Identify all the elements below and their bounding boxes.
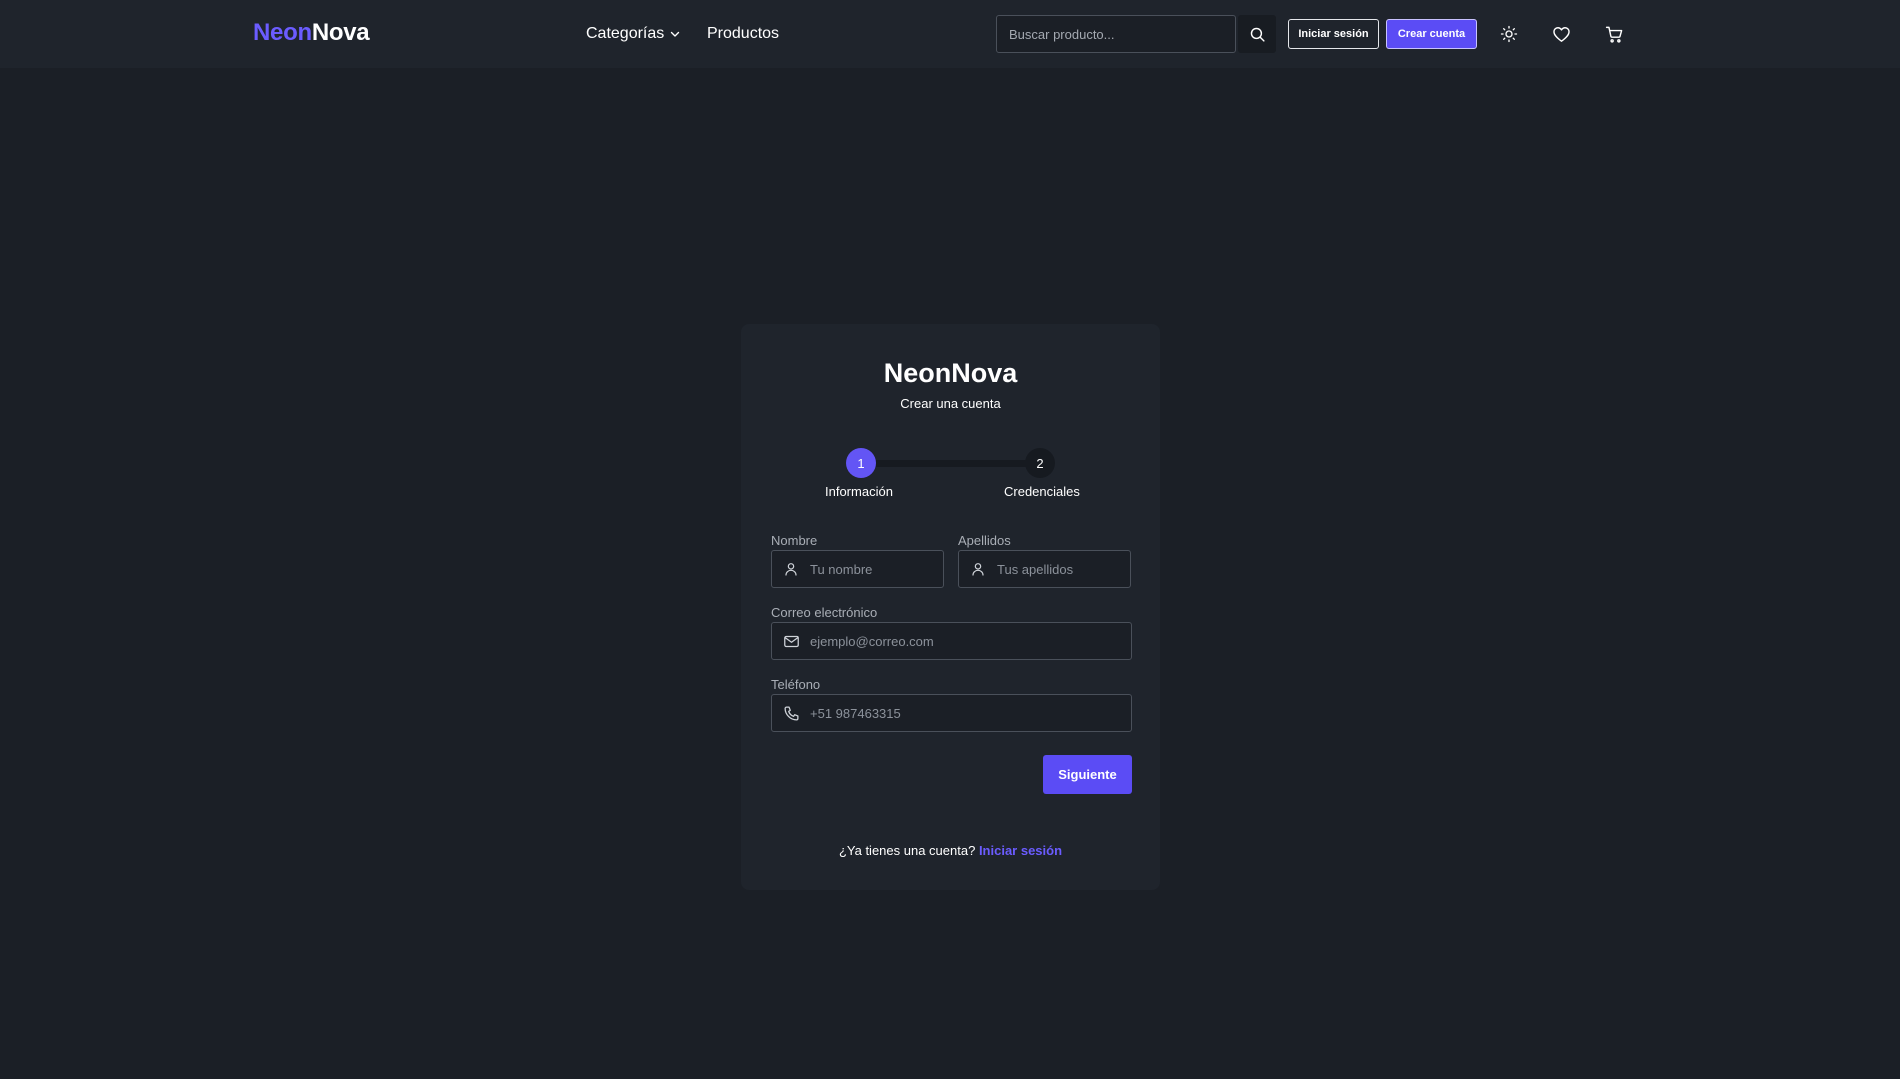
first-name-field (771, 550, 994, 588)
email-label: Correo electrónico (771, 605, 878, 620)
login-prompt: ¿Ya tienes una cuenta? Iniciar sesión (741, 843, 1160, 858)
phone-field (771, 694, 1132, 732)
login-prompt-text: ¿Ya tienes una cuenta? (838, 843, 976, 858)
phone-label: Teléfono (771, 677, 821, 692)
search-box (996, 15, 1236, 53)
chevron-down-icon (671, 31, 680, 37)
phone-icon (772, 694, 810, 732)
header-login-button[interactable]: Iniciar sesión (1288, 19, 1379, 49)
first-name-label: Nombre (771, 533, 818, 548)
stepper-track (861, 460, 1041, 467)
card-title: NeonNova (883, 358, 1018, 388)
brand-logo-nova: Nova (311, 19, 370, 46)
nav-products-link[interactable]: Productos (707, 25, 779, 43)
search-button[interactable] (1238, 15, 1276, 53)
sun-icon (1500, 25, 1518, 43)
email-input[interactable] (810, 623, 1131, 659)
signup-card: NeonNova Crear una cuenta 1 2 Informació… (741, 324, 1181, 890)
step-1-label: Información (825, 484, 893, 499)
search-input[interactable] (997, 16, 1235, 52)
last-name-label: Apellidos (958, 533, 1011, 548)
cart-button[interactable] (1601, 21, 1627, 47)
top-navbar: NeonNova Categorías Productos Iniciar se… (0, 0, 1900, 68)
user-icon (772, 550, 810, 588)
next-button[interactable]: Siguiente (1043, 755, 1132, 794)
nav-categories-dropdown[interactable]: Categorías (586, 25, 681, 43)
cart-icon (1605, 26, 1622, 43)
email-field (771, 622, 1132, 660)
mail-icon (772, 622, 810, 660)
nav-categories-label: Categorías (586, 25, 665, 42)
header-signup-button[interactable]: Crear cuenta (1386, 19, 1477, 49)
last-name-field (958, 550, 1181, 588)
login-link[interactable]: Iniciar sesión (979, 843, 1062, 858)
brand-logo[interactable]: NeonNova (253, 19, 370, 47)
step-1-indicator: 1 (846, 448, 876, 478)
search-icon (1250, 27, 1265, 42)
heart-icon (1552, 26, 1570, 42)
step-2-label: Credenciales (1004, 484, 1080, 499)
user-icon (959, 550, 997, 588)
theme-toggle-button[interactable] (1496, 21, 1522, 47)
favorites-button[interactable] (1548, 21, 1574, 47)
step-2-indicator: 2 (1025, 448, 1055, 478)
phone-input[interactable] (810, 695, 1131, 731)
nav-products-label: Productos (707, 25, 780, 42)
last-name-input[interactable] (997, 551, 1181, 587)
brand-logo-neon: Neon (253, 19, 312, 46)
card-subtitle: Crear una cuenta (900, 396, 1001, 411)
